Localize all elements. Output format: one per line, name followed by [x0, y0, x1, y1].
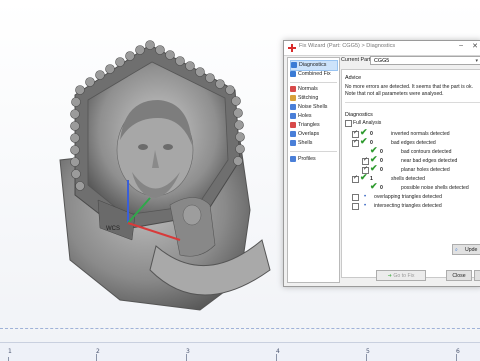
diag-row-noise-shells: ✔ 0 possible noise shells detected [370, 181, 469, 192]
current-part-select[interactable]: CGG5 ▾ [370, 56, 480, 65]
diagnostics-panel: Advice No more errors are detected. It s… [341, 69, 480, 278]
diag-row-overlapping-triangles: • overlapping triangles detected [352, 193, 480, 201]
fix-wizard-icon [288, 44, 296, 52]
diag-row-near-bad-edges: ✔ 0 near bad edges detected [362, 154, 480, 165]
ring-model[interactable]: WCS [0, 0, 300, 342]
diag-row-planar-holes: ✔ 0 planar holes detected [362, 163, 480, 174]
combined-fix-icon [290, 71, 296, 77]
ruler-number: 1 [8, 348, 12, 355]
wcs-label: WCS [106, 226, 120, 232]
check-icon: ✔ [360, 172, 368, 182]
extra-button[interactable] [474, 270, 480, 281]
dialog-titlebar[interactable]: Fix Wizard (Part: CGG5) > Diagnostics – … [284, 41, 480, 56]
ruler-number: 6 [456, 348, 460, 355]
nav-item-profiles[interactable]: Profiles [290, 155, 338, 164]
nav-item-holes[interactable]: Holes [290, 112, 338, 121]
nav-item-shells[interactable]: Shells [290, 139, 338, 148]
nav-item-combined-fix[interactable]: Combined Fix [290, 70, 338, 79]
diag-checkbox[interactable] [352, 138, 359, 147]
noise-shells-icon [290, 104, 296, 110]
nav-item-triangles[interactable]: Triangles [290, 121, 338, 130]
current-part-value: CGG5 [374, 58, 390, 64]
advice-heading: Advice [345, 75, 362, 81]
update-button[interactable]: ⌕ Upde [452, 244, 480, 255]
wizard-nav: Diagnostics Combined Fix Normals Stitchi… [287, 57, 340, 283]
minimize-button[interactable]: – [459, 42, 463, 49]
fix-wizard-dialog: Fix Wizard (Part: CGG5) > Diagnostics – … [283, 40, 480, 287]
diag-checkbox[interactable] [352, 203, 359, 210]
pending-dot-icon: • [364, 203, 367, 209]
nav-item-normals[interactable]: Normals [290, 85, 338, 94]
close-button[interactable]: Close [446, 270, 472, 281]
stitching-icon [290, 95, 296, 101]
current-part-label: Current Part: [341, 57, 372, 63]
triangles-icon [290, 122, 296, 128]
diag-checkbox[interactable] [352, 174, 359, 183]
holes-icon [290, 113, 296, 119]
ruler-number: 2 [96, 348, 100, 355]
check-icon: ✔ [370, 154, 378, 164]
diag-checkbox[interactable] [352, 194, 359, 201]
shells-icon [290, 140, 296, 146]
chevron-down-icon: ▾ [475, 58, 478, 64]
nav-item-stitching[interactable]: Stitching [290, 94, 338, 103]
check-icon: ✔ [360, 127, 368, 137]
check-icon: ✔ [370, 181, 378, 191]
diag-checkbox[interactable] [362, 156, 369, 165]
check-icon: ✔ [370, 145, 378, 155]
ruler-number: 5 [366, 348, 370, 355]
nav-item-noise-shells[interactable]: Noise Shells [290, 103, 338, 112]
diagnostics-icon [291, 62, 297, 68]
advice-text: No more errors are detected. It seems th… [345, 84, 473, 97]
diag-checkbox[interactable] [352, 129, 359, 138]
diagnostics-heading: Diagnostics [345, 112, 373, 118]
overlaps-icon [290, 131, 296, 137]
normals-icon [290, 86, 296, 92]
ruler-guide [0, 328, 480, 329]
diag-row-inverted-normals: ✔ 0 inverted normals detected [352, 127, 480, 138]
close-icon[interactable]: ✕ [472, 42, 478, 50]
profiles-icon [290, 156, 296, 162]
magnifier-icon: ⌕ [455, 247, 458, 253]
diag-row-intersecting-triangles: • intersecting triangles detected [352, 202, 480, 210]
dialog-title: Fix Wizard (Part: CGG5) > Diagnostics [299, 43, 396, 49]
bottom-ruler: 1 2 3 4 5 6 [0, 342, 480, 361]
check-icon: ✔ [370, 163, 378, 173]
diag-row-bad-contours: ✔ 0 bad contours detected [370, 145, 452, 156]
ruler-number: 3 [186, 348, 190, 355]
go-to-fix-button[interactable]: ➜ Go to Fix [376, 270, 426, 281]
ruler-number: 4 [276, 348, 280, 355]
pending-dot-icon: • [364, 194, 367, 200]
check-icon: ✔ [360, 136, 368, 146]
nav-item-overlaps[interactable]: Overlaps [290, 130, 338, 139]
